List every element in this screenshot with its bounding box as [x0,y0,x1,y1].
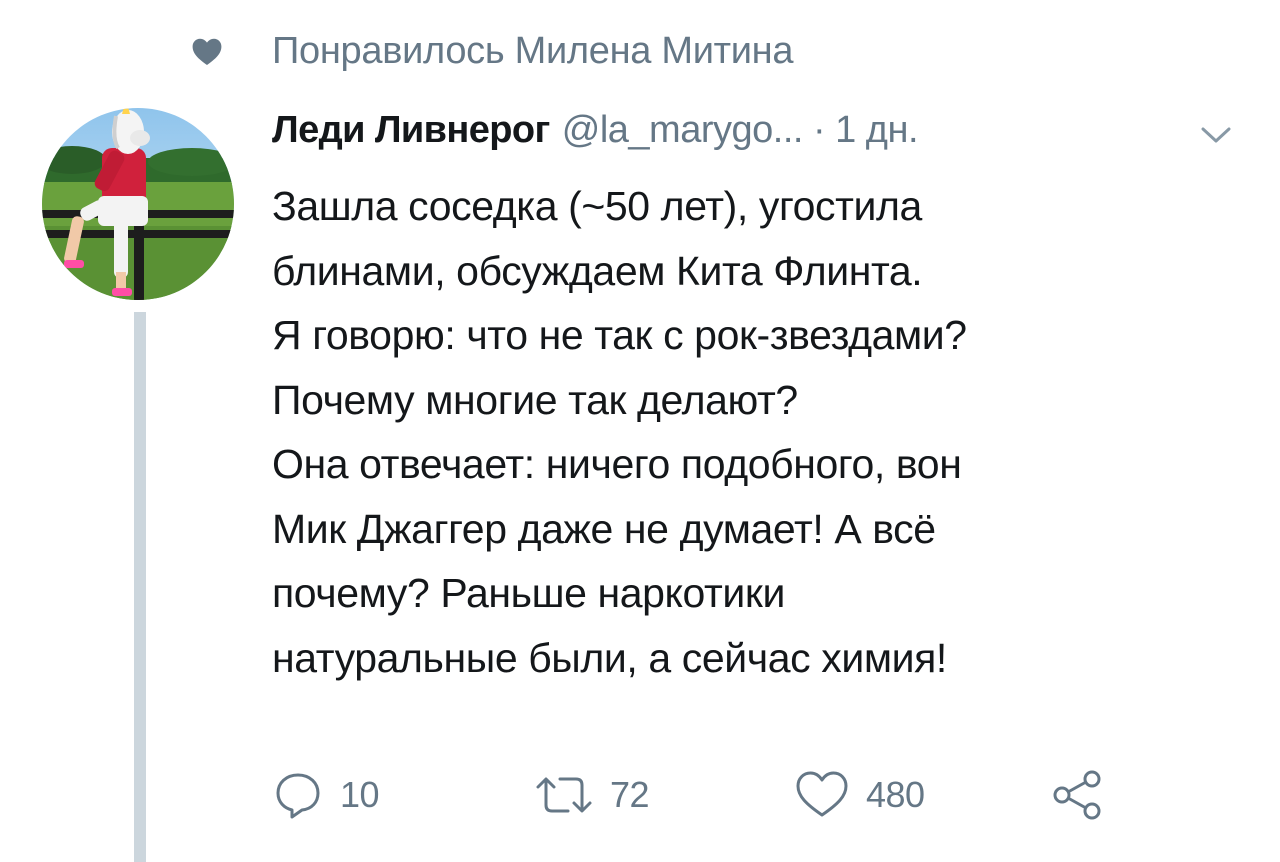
tweet-actions: 10 72 480 [272,760,1172,830]
tweet-text-line: блинами, обсуждаем Кита Флинта. [272,247,923,294]
tweet-text-line: Почему многие так делают? [272,376,798,423]
reply-button[interactable]: 10 [272,760,380,830]
reply-icon [272,769,324,821]
retweet-count: 72 [610,774,650,815]
avatar[interactable] [42,108,234,300]
author-name[interactable]: Леди Ливнерог [272,109,550,152]
like-button[interactable]: 480 [794,760,925,830]
retweet-button[interactable]: 72 [534,760,650,830]
heart-icon [190,34,224,68]
thread-line [134,312,146,862]
retweet-icon [534,769,594,821]
chevron-down-icon[interactable] [1196,120,1236,150]
heart-outline-icon [794,769,850,821]
tweet-text-line: натуральные были, а сейчас химия! [272,634,947,681]
tweet-text-line: Я говорю: что не так с рок-звездами? [272,312,967,358]
share-button[interactable] [1050,760,1106,830]
social-context: Понравилось Милена Митина [190,28,794,74]
share-icon [1050,767,1106,823]
like-count: 480 [866,774,925,815]
reply-count: 10 [340,774,380,815]
header-separator: · [812,108,826,151]
tweet-text-line: почему? Раньше наркотики [272,570,785,616]
tweet-text: Зашла соседка (~50 лет), угостила блинам… [272,174,1252,690]
social-context-label: Понравилось Милена Митина [272,29,794,72]
tweet-text-line: Мик Джаггер даже не думает! А всё [272,505,936,552]
tweet-text-line: Она отвечает: ничего подобного, вон [272,441,962,487]
tweet-text-line: Зашла соседка (~50 лет), угостила [272,183,922,229]
tweet-header: Леди Ливнерог @la_marygo... · 1 дн. [272,104,919,156]
author-handle[interactable]: @la_marygo... [562,109,804,152]
tweet-time[interactable]: 1 дн. [835,109,918,152]
